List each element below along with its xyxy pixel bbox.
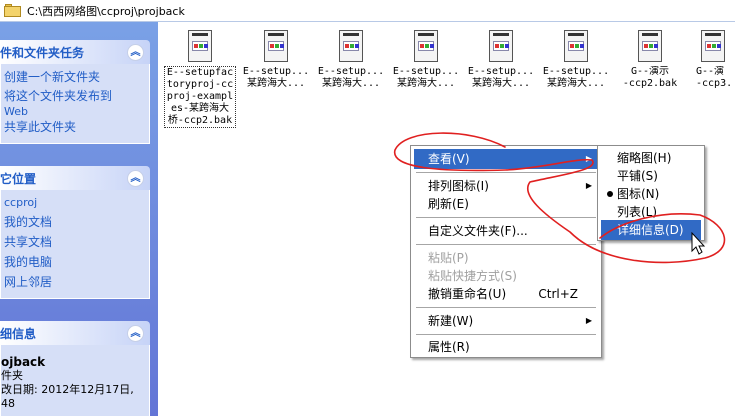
menu-item-label: 查看(V) [428, 152, 470, 166]
panel-header[interactable]: 细信息 ︽ [0, 321, 150, 345]
place-link-shared-documents[interactable]: 共享文档 [1, 232, 149, 252]
menu-separator [416, 244, 596, 245]
bak-file-icon [564, 30, 588, 62]
file-item[interactable]: G--演 -ccp3. [690, 30, 735, 90]
menu-item-refresh[interactable]: 刷新(E) [414, 194, 598, 214]
bak-file-icon [264, 30, 288, 62]
menu-item-undo-rename[interactable]: 撤销重命名(U) Ctrl+Z [414, 284, 598, 304]
details-name: ojback [1, 355, 46, 369]
submenu-item-list[interactable]: 列表(L) [601, 202, 701, 222]
details-panel: 细信息 ︽ ojback 件夹 改日期: 2012年12月17日, 48 [0, 321, 150, 416]
submenu-item-thumbnails[interactable]: 缩略图(H) [601, 148, 701, 168]
file-item[interactable]: E--setup... 某跨海大... [540, 30, 612, 90]
file-item[interactable]: G--演示 -ccp2.bak [614, 30, 686, 90]
file-label: E--setup... 某跨海大... [317, 66, 385, 89]
place-link-my-computer[interactable]: 我的电脑 [1, 252, 149, 272]
menu-separator [416, 307, 596, 308]
file-label: E--setupfac toryproj-cc proj-exampl es-某… [164, 66, 236, 128]
panel-title: 件和文件夹任务 [0, 45, 85, 60]
submenu-item-tiles[interactable]: 平铺(S) [601, 166, 701, 186]
file-item[interactable]: E--setup... 某跨海大... [240, 30, 312, 90]
menu-item-new[interactable]: 新建(W) ▶ [414, 311, 598, 331]
collapse-chevron-icon[interactable]: ︽ [127, 43, 144, 61]
menu-item-label: 粘贴快捷方式(S) [428, 269, 517, 283]
bak-file-icon [489, 30, 513, 62]
submenu-arrow-icon: ▶ [585, 181, 592, 190]
panel-header[interactable]: 件和文件夹任务 ︽ [0, 40, 150, 64]
menu-item-label: 图标(N) [617, 187, 660, 201]
task-pane: 件和文件夹任务 ︽ 创建一个新文件夹 将这个文件夹发布到 Web 共享此文件夹 … [0, 22, 158, 416]
file-item[interactable]: E--setupfac toryproj-cc proj-exampl es-某… [164, 30, 236, 128]
collapse-chevron-icon[interactable]: ︽ [127, 169, 144, 187]
selected-bullet-icon [607, 191, 613, 197]
details-time: 48 [1, 397, 15, 410]
file-item[interactable]: E--setup... 某跨海大... [315, 30, 387, 90]
submenu-item-details[interactable]: 详细信息(D) [601, 220, 701, 240]
details-type: 件夹 [1, 369, 23, 382]
menu-item-label: 刷新(E) [428, 197, 469, 211]
submenu-arrow-icon: ▶ [585, 154, 592, 163]
file-label: E--setup... 某跨海大... [542, 66, 610, 89]
address-path: C:\西西网络图\ccproj\projback [27, 4, 185, 18]
bak-file-icon [188, 30, 212, 62]
file-label: E--setup... 某跨海大... [467, 66, 535, 89]
file-label: E--setup... 某跨海大... [242, 66, 310, 89]
bak-file-icon [339, 30, 363, 62]
menu-item-arrange-icons[interactable]: 排列图标(I) ▶ [414, 176, 598, 196]
address-bar[interactable]: C:\西西网络图\ccproj\projback [0, 0, 735, 22]
menu-item-label: 缩略图(H) [617, 151, 672, 165]
menu-shortcut-label: Ctrl+Z [538, 287, 578, 301]
file-label: G--演 -ccp3. [696, 66, 733, 89]
file-label: G--演示 -ccp2.bak [622, 66, 678, 89]
menu-item-label: 撤销重命名(U) [428, 287, 507, 301]
menu-item-properties[interactable]: 属性(R) [414, 337, 598, 357]
file-label: E--setup... 某跨海大... [392, 66, 460, 89]
menu-item-label: 自定义文件夹(F)... [428, 224, 528, 238]
menu-item-label: 属性(R) [428, 340, 470, 354]
menu-item-label: 列表(L) [617, 205, 658, 219]
menu-item-customize-folder[interactable]: 自定义文件夹(F)... [414, 221, 598, 241]
submenu-item-icons[interactable]: 图标(N) [601, 184, 701, 204]
new-folder-link[interactable]: 创建一个新文件夹 [1, 68, 149, 87]
share-folder-link[interactable]: 共享此文件夹 [1, 118, 149, 137]
folder-icon [4, 4, 22, 17]
panel-header[interactable]: 它位置 ︽ [0, 166, 150, 190]
bak-file-icon [638, 30, 662, 62]
panel-title: 它位置 [0, 171, 37, 186]
file-item[interactable]: E--setup... 某跨海大... [390, 30, 462, 90]
view-submenu: 缩略图(H) 平铺(S) 图标(N) 列表(L) 详细信息(D) [597, 145, 705, 241]
place-link-ccproj[interactable]: ccproj [1, 194, 149, 212]
menu-item-label: 粘贴(P) [428, 251, 469, 265]
publish-folder-link[interactable]: 将这个文件夹发布到 [1, 87, 149, 106]
submenu-arrow-icon: ▶ [585, 316, 592, 325]
other-places-panel: 它位置 ︽ ccproj 我的文档 共享文档 我的电脑 网上邻居 [0, 166, 150, 299]
panel-title: 细信息 [0, 326, 37, 341]
bak-file-icon [700, 30, 725, 62]
file-folder-tasks-panel: 件和文件夹任务 ︽ 创建一个新文件夹 将这个文件夹发布到 Web 共享此文件夹 [0, 40, 150, 144]
menu-item-label: 平铺(S) [617, 169, 658, 183]
bak-file-icon [414, 30, 438, 62]
menu-item-paste-shortcut[interactable]: 粘贴快捷方式(S) [414, 266, 598, 286]
menu-separator [416, 172, 596, 173]
collapse-chevron-icon[interactable]: ︽ [127, 324, 144, 342]
menu-separator [416, 334, 596, 335]
file-item[interactable]: E--setup... 某跨海大... [465, 30, 537, 90]
publish-web-link[interactable]: Web [1, 106, 149, 118]
details-modified: 改日期: 2012年12月17日, [1, 383, 134, 396]
menu-item-label: 新建(W) [428, 314, 474, 328]
menu-item-paste[interactable]: 粘贴(P) [414, 248, 598, 268]
menu-item-label: 排列图标(I) [428, 179, 489, 193]
place-link-network[interactable]: 网上邻居 [1, 272, 149, 292]
context-menu: 查看(V) ▶ 排列图标(I) ▶ 刷新(E) 自定义文件夹(F)... 粘贴(… [410, 145, 602, 358]
menu-separator [416, 217, 596, 218]
menu-item-label: 详细信息(D) [617, 223, 684, 237]
menu-item-view[interactable]: 查看(V) ▶ [414, 149, 598, 169]
place-link-my-documents[interactable]: 我的文档 [1, 212, 149, 232]
